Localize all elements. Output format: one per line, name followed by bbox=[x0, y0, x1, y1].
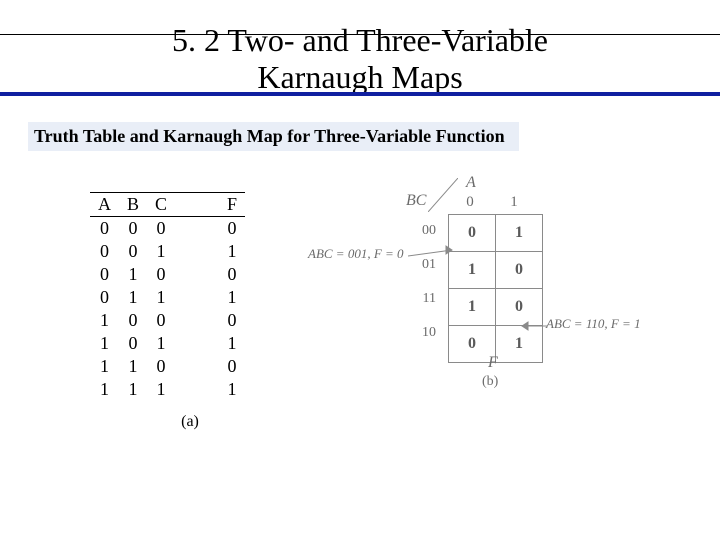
table-row: 1111 bbox=[90, 378, 245, 401]
caption-b: (b) bbox=[482, 374, 498, 390]
caption-a: (a) bbox=[80, 413, 300, 431]
col-gap bbox=[175, 193, 219, 217]
rule-bottom bbox=[0, 92, 720, 96]
arrow-right-icon bbox=[518, 318, 548, 334]
content-area: A B C F 0000 0011 0100 0111 1000 1011 11… bbox=[0, 192, 720, 431]
kmap-wrap: A BC 0 1 00 01 11 10 01 10 10 01 bbox=[370, 192, 670, 431]
rule-top bbox=[0, 34, 720, 35]
title-line-2: Karnaugh Maps bbox=[257, 59, 462, 95]
kmap-row-labels: 00 01 11 10 bbox=[422, 214, 436, 350]
kmap-cell: 0 bbox=[496, 252, 543, 289]
title-line-1: 5. 2 Two- and Three-Variable bbox=[172, 22, 548, 58]
kmap-col-labels: 0 1 bbox=[448, 194, 536, 211]
table-row: 0011 bbox=[90, 240, 245, 263]
kmap-annotation-right: ABC = 110, F = 1 bbox=[546, 316, 641, 332]
truth-table-wrap: A B C F 0000 0011 0100 0111 1000 1011 11… bbox=[90, 192, 300, 431]
truth-table: A B C F 0000 0011 0100 0111 1000 1011 11… bbox=[90, 192, 245, 401]
arrow-left-icon bbox=[408, 242, 458, 262]
kmap-label-A: A bbox=[466, 174, 476, 192]
col-F: F bbox=[219, 193, 245, 217]
table-row: 0111 bbox=[90, 286, 245, 309]
table-row: 1100 bbox=[90, 355, 245, 378]
table-row: 0100 bbox=[90, 263, 245, 286]
subtitle: Truth Table and Karnaugh Map for Three-V… bbox=[28, 122, 519, 151]
kmap-cell: 1 bbox=[496, 215, 543, 252]
col-C: C bbox=[147, 193, 175, 217]
kmap-label-BC: BC bbox=[406, 192, 426, 210]
table-row: 0000 bbox=[90, 217, 245, 241]
kmap-cell: 1 bbox=[449, 289, 496, 326]
kmap-annotation-left: ABC = 001, F = 0 bbox=[308, 246, 404, 262]
slide-title: 5. 2 Two- and Three-Variable Karnaugh Ma… bbox=[0, 0, 720, 96]
kmap-grid: 01 10 10 01 bbox=[448, 214, 543, 363]
table-row: 1011 bbox=[90, 332, 245, 355]
col-B: B bbox=[119, 193, 147, 217]
col-A: A bbox=[90, 193, 119, 217]
kmap-output-label: F bbox=[488, 354, 498, 372]
table-row: 1000 bbox=[90, 309, 245, 332]
slide: 5. 2 Two- and Three-Variable Karnaugh Ma… bbox=[0, 0, 720, 540]
